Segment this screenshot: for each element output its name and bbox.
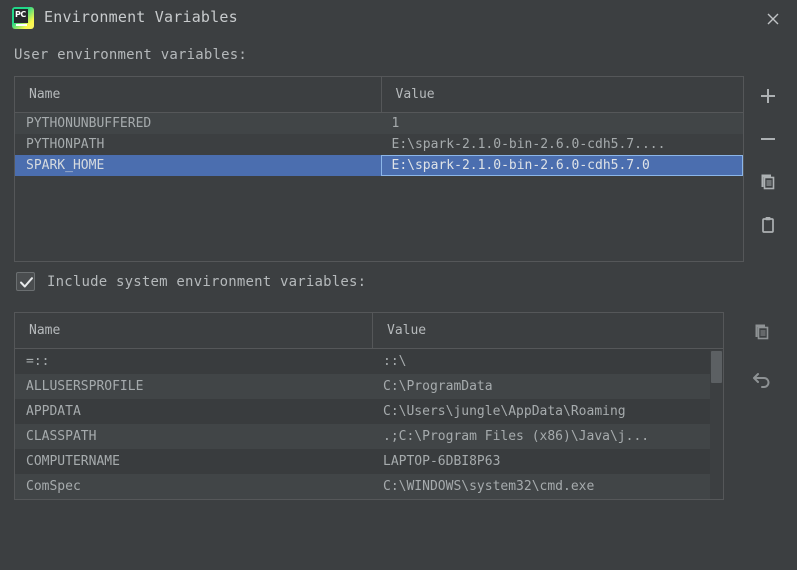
table-row[interactable]: PYTHONUNBUFFERED 1 [15, 113, 743, 134]
user-variables-table[interactable]: Name Value PYTHONUNBUFFERED 1 PYTHONPATH… [14, 76, 744, 262]
column-header-value[interactable]: Value [372, 313, 723, 348]
cell-name: CLASSPATH [26, 429, 97, 444]
cell-value: C:\WINDOWS\system32\cmd.exe [383, 479, 595, 494]
user-table-toolbar [748, 80, 788, 252]
plus-icon[interactable] [752, 80, 784, 112]
include-system-variables-checkbox-row[interactable]: Include system environment variables: [16, 272, 366, 291]
table-row-selected[interactable]: SPARK_HOME E:\spark-2.1.0-bin-2.6.0-cdh5… [15, 155, 743, 176]
title-bar: PC Environment Variables [0, 0, 797, 36]
system-variables-table[interactable]: Name Value =:: ::\ ALLUSERSPROFILE C:\Pr… [14, 312, 724, 500]
column-header-name[interactable]: Name [15, 313, 372, 348]
table-row[interactable]: PYTHONPATH E:\spark-2.1.0-bin-2.6.0-cdh5… [15, 134, 743, 155]
pycharm-icon: PC [12, 7, 34, 29]
cell-value: ::\ [383, 354, 407, 369]
table-body: =:: ::\ ALLUSERSPROFILE C:\ProgramData A… [15, 349, 723, 499]
include-system-variables-checkbox[interactable] [16, 272, 35, 291]
cell-name: ComSpec [26, 479, 81, 494]
column-header-name[interactable]: Name [15, 77, 381, 112]
minus-icon[interactable] [752, 123, 784, 155]
system-table-toolbar [742, 316, 782, 408]
copy-icon[interactable] [746, 316, 778, 348]
cell-name: =:: [26, 354, 50, 369]
cell-value: .;C:\Program Files (x86)\Java\j... [383, 429, 650, 444]
table-header-row: Name Value [15, 313, 723, 349]
dialog-footer: OK Cancel [0, 508, 797, 570]
column-header-value[interactable]: Value [380, 77, 744, 112]
cell-value: LAPTOP-6DBI8P63 [383, 454, 501, 469]
cell-value: 1 [391, 116, 400, 131]
cell-name: SPARK_HOME [26, 158, 105, 173]
close-icon[interactable] [759, 6, 787, 32]
table-row[interactable]: APPDATA C:\Users\jungle\AppData\Roaming [15, 399, 723, 424]
cell-name: APPDATA [26, 404, 81, 419]
cell-value: C:\Users\jungle\AppData\Roaming [383, 404, 626, 419]
cell-value: E:\spark-2.1.0-bin-2.6.0-cdh5.7.... [391, 137, 666, 152]
revert-icon[interactable] [746, 362, 778, 394]
table-row[interactable]: CLASSPATH .;C:\Program Files (x86)\Java\… [15, 424, 723, 449]
cell-name: PYTHONUNBUFFERED [26, 116, 152, 131]
environment-variables-dialog: PC Environment Variables User environmen… [0, 0, 797, 570]
table-header-row: Name Value [15, 77, 743, 113]
cell-name: PYTHONPATH [26, 137, 105, 152]
cell-name: COMPUTERNAME [26, 454, 120, 469]
include-system-variables-label: Include system environment variables: [47, 273, 367, 290]
dialog-title: Environment Variables [44, 8, 238, 26]
system-table-scrollbar[interactable] [710, 350, 723, 499]
table-body: PYTHONUNBUFFERED 1 PYTHONPATH E:\spark-2… [15, 113, 743, 176]
table-row[interactable]: =:: ::\ [15, 349, 723, 374]
cell-value: C:\ProgramData [383, 379, 493, 394]
cell-value-editor[interactable]: E:\spark-2.1.0-bin-2.6.0-cdh5.7.0 [380, 155, 743, 176]
copy-icon[interactable] [752, 166, 784, 198]
user-variables-label: User environment variables: [14, 47, 247, 63]
table-row[interactable]: ALLUSERSPROFILE C:\ProgramData [15, 374, 723, 399]
table-row[interactable]: ComSpec C:\WINDOWS\system32\cmd.exe [15, 474, 723, 499]
cell-name: ALLUSERSPROFILE [26, 379, 144, 394]
scrollbar-thumb[interactable] [711, 351, 722, 383]
paste-icon[interactable] [752, 209, 784, 241]
table-row[interactable]: COMPUTERNAME LAPTOP-6DBI8P63 [15, 449, 723, 474]
